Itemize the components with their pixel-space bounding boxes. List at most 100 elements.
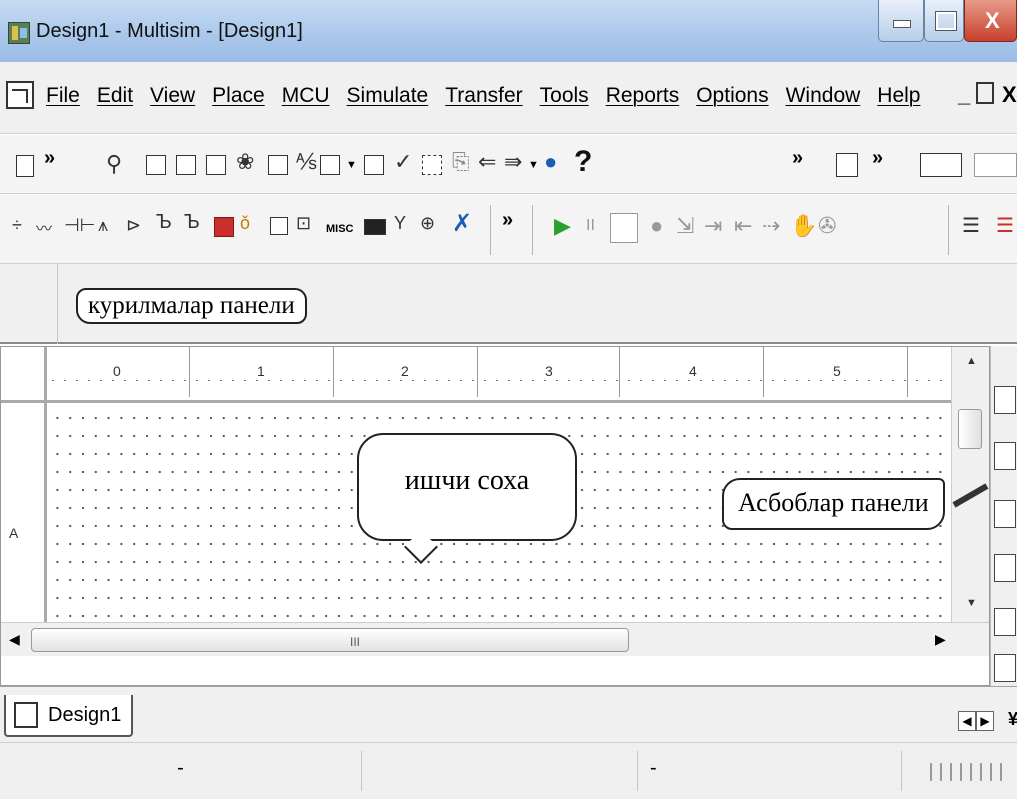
menu-options[interactable]: Options: [696, 84, 768, 108]
wattmeter-icon[interactable]: [994, 500, 1016, 528]
switch-icon[interactable]: [974, 153, 1017, 177]
stop-simulation-icon[interactable]: [610, 213, 638, 243]
multisim-app-icon[interactable]: [8, 22, 30, 44]
ruler-tick: [619, 347, 620, 397]
maximize-button[interactable]: [924, 0, 964, 42]
step-over-icon[interactable]: ⇥: [704, 213, 722, 239]
scroll-up-icon[interactable]: ▲: [966, 355, 977, 367]
calculator-icon[interactable]: [364, 155, 384, 175]
connector-icon[interactable]: ☰: [996, 213, 1014, 238]
title-bar: Design1 - Multisim - [Design1] X: [0, 0, 1017, 62]
close-button[interactable]: X: [964, 0, 1017, 42]
scroll-left-icon[interactable]: ◀: [9, 631, 20, 648]
rf-icon[interactable]: Y: [394, 213, 406, 234]
run-to-cursor-icon[interactable]: ⇢: [762, 213, 780, 239]
resistor-icon[interactable]: 〰: [36, 215, 52, 239]
document-icon[interactable]: [6, 81, 34, 109]
ttl-icon[interactable]: Ъ: [156, 211, 172, 234]
toolbar-overflow-icon[interactable]: »: [502, 209, 513, 232]
resize-grip[interactable]: [930, 763, 1010, 781]
dropdown-arrow-icon[interactable]: ▼: [346, 159, 357, 171]
scroll-down-icon[interactable]: ▼: [966, 597, 977, 609]
menu-edit[interactable]: Edit: [97, 84, 133, 108]
horizontal-scrollbar[interactable]: ◀ III ▶: [1, 622, 989, 656]
step-out-icon[interactable]: ⇤: [734, 213, 752, 239]
bode-plotter-icon[interactable]: [994, 654, 1016, 682]
zoom-icon[interactable]: ⚲: [106, 151, 122, 177]
spreadsheet-icon[interactable]: [206, 155, 226, 175]
scroll-grip: III: [350, 635, 361, 649]
erc-icon[interactable]: ✓: [394, 149, 412, 175]
list-view-icon[interactable]: [836, 153, 858, 177]
horizontal-ruler: 0 1 2 3 4 5: [1, 347, 951, 403]
panel-grip[interactable]: [0, 264, 58, 344]
pause-simulation-icon[interactable]: II: [586, 217, 595, 235]
menu-mcu[interactable]: MCU: [282, 84, 330, 108]
function-generator-icon[interactable]: [994, 442, 1016, 470]
forward-annotate-icon[interactable]: ⇐: [478, 149, 496, 175]
mdi-close-button[interactable]: X: [1002, 82, 1017, 108]
cmos-icon[interactable]: Ъ: [184, 211, 200, 234]
component-icon[interactable]: [146, 155, 166, 175]
selection-icon[interactable]: [422, 155, 442, 175]
minimize-button[interactable]: [878, 0, 924, 42]
menu-window[interactable]: Window: [786, 84, 861, 108]
misc-digital-icon[interactable]: [214, 217, 234, 237]
postprocessor-icon[interactable]: [268, 155, 288, 175]
back-annotate-icon[interactable]: ⎘: [452, 149, 470, 175]
ruler-label: 0: [113, 363, 121, 379]
new-file-icon[interactable]: [16, 155, 34, 177]
menu-help[interactable]: Help: [877, 84, 920, 108]
four-channel-oscilloscope-icon[interactable]: [994, 608, 1016, 636]
run-simulation-icon[interactable]: ▶: [554, 213, 571, 239]
tab-design1[interactable]: Design1: [4, 695, 134, 737]
toolbar-overflow-icon[interactable]: »: [792, 147, 803, 170]
grapher-icon[interactable]: [320, 155, 340, 175]
online-help-globe-icon[interactable]: ●: [544, 149, 557, 175]
menu-reports[interactable]: Reports: [606, 84, 680, 108]
menu-transfer[interactable]: Transfer: [445, 84, 522, 108]
horizontal-scroll-thumb[interactable]: III: [31, 628, 629, 652]
mcu-icon[interactable]: ✗: [452, 209, 472, 238]
ruler-row-label: A: [9, 525, 19, 541]
scroll-right-icon[interactable]: ▶: [935, 631, 946, 648]
menu-tools[interactable]: Tools: [540, 84, 589, 108]
transfer-icon[interactable]: ⇛: [504, 149, 522, 175]
help-icon[interactable]: ?: [574, 145, 592, 179]
menu-simulate[interactable]: Simulate: [347, 84, 429, 108]
menu-view[interactable]: View: [150, 84, 195, 108]
analog-icon[interactable]: ⊳: [126, 215, 141, 236]
indicator-icon[interactable]: [270, 217, 288, 235]
mdi-restore-button[interactable]: [976, 82, 994, 104]
tab-next-icon[interactable]: ▶: [976, 711, 994, 731]
mixed-icon[interactable]: ǒ: [240, 213, 250, 234]
graph-icon[interactable]: ⅍: [296, 149, 317, 175]
power-icon[interactable]: ⊡: [296, 213, 311, 234]
mdi-minimize-button[interactable]: _: [958, 82, 970, 108]
hierarchy-icon[interactable]: [176, 155, 196, 175]
diode-icon[interactable]: ⊣⊢: [64, 215, 95, 236]
vertical-scroll-thumb[interactable]: [958, 409, 982, 449]
transistor-icon[interactable]: ⩚: [98, 215, 108, 236]
remove-breakpoints-icon[interactable]: ✇: [818, 213, 836, 239]
toolbar-overflow-icon[interactable]: »: [44, 147, 55, 170]
menu-file[interactable]: File: [46, 84, 80, 108]
dropdown-arrow-icon[interactable]: ▼: [528, 159, 539, 171]
tab-prev-icon[interactable]: ◀: [958, 711, 976, 731]
menu-place[interactable]: Place: [212, 84, 265, 108]
tab-more-icon[interactable]: ¥: [1008, 709, 1017, 730]
source-icon[interactable]: ÷: [12, 215, 22, 236]
advanced-peripherals-icon[interactable]: [364, 219, 386, 235]
interactive-toggle-icon[interactable]: [920, 153, 962, 177]
toggle-breakpoint-icon[interactable]: ✋: [790, 213, 817, 239]
netlist-icon[interactable]: ❀: [236, 149, 254, 175]
toolbar-overflow-icon[interactable]: »: [872, 147, 883, 170]
electromechanical-icon[interactable]: ⊕: [420, 213, 435, 234]
bus-icon[interactable]: ☰: [962, 213, 980, 238]
misc-icon[interactable]: MISC: [326, 223, 354, 235]
breakpoint-icon[interactable]: ●: [650, 213, 663, 239]
devices-panel-row: курилмалар панели: [0, 264, 1017, 344]
oscilloscope-icon[interactable]: [994, 554, 1016, 582]
multimeter-icon[interactable]: [994, 386, 1016, 414]
step-into-icon[interactable]: ⇲: [676, 213, 694, 239]
